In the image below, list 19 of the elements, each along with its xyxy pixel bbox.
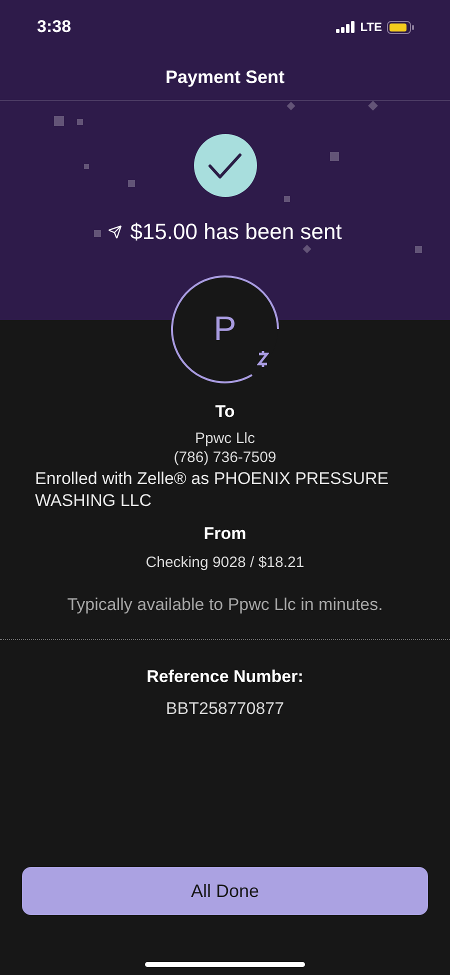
status-time: 3:38 — [37, 17, 72, 37]
avatar-initial: P — [214, 310, 236, 348]
signal-icon — [336, 21, 356, 33]
all-done-button[interactable]: All Done — [22, 867, 428, 915]
reference-number: BBT258770877 — [166, 699, 284, 719]
to-label: To — [215, 402, 235, 422]
enrollment-text: Enrolled with Zelle® as PHOENIX PRESSURE WASHING LLC — [35, 468, 390, 512]
source-account: Checking 9028 / $18.21 — [146, 554, 304, 571]
reference-label: Reference Number: — [146, 667, 304, 687]
battery-icon — [387, 20, 414, 34]
network-label: LTE — [360, 20, 382, 34]
screen-title: Payment Sent — [165, 66, 285, 88]
zelle-icon — [257, 350, 269, 368]
paper-plane-icon — [108, 225, 122, 239]
amount-sent-text: $15.00 has been sent — [130, 219, 342, 245]
recipient-name: Ppwc Llc — [194, 430, 256, 447]
from-label: From — [204, 524, 246, 544]
availability-text: Typically available to Ppwc Llc in minutes. — [67, 595, 383, 615]
recipient-phone: (786) 736-7509 — [174, 449, 276, 466]
